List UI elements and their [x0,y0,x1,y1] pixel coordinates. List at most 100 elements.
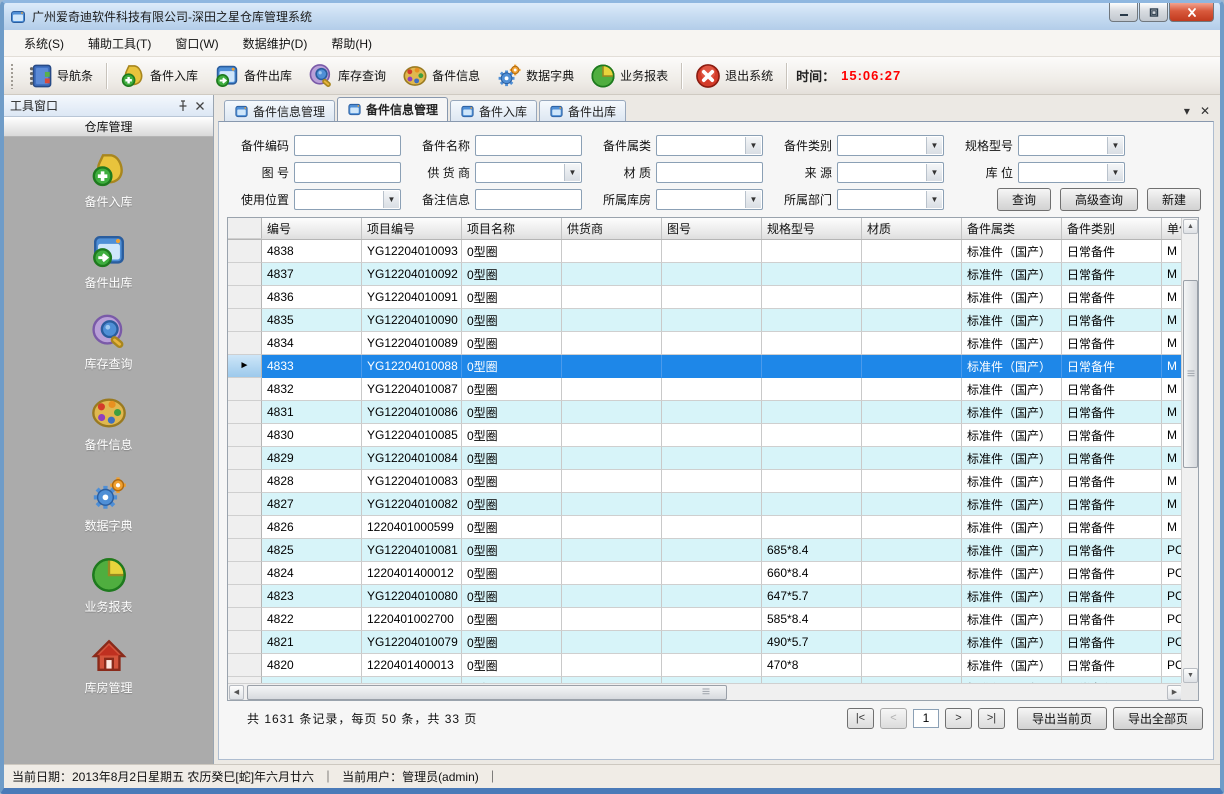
toolbar-button-stock-out[interactable]: 备件出库 [206,60,300,92]
row-selector-cell[interactable] [228,286,262,309]
part-name-input[interactable] [475,135,582,156]
grid-column-header[interactable]: 材质 [862,218,962,239]
sidebar-item-inventory-query[interactable]: 库存查询 [49,313,169,372]
export-all-pages-button[interactable]: 导出全部页 [1113,707,1203,730]
query-button[interactable]: 查询 [997,188,1051,211]
grid-column-header[interactable]: 图号 [662,218,762,239]
grid-column-header[interactable]: 备件类别 [1062,218,1162,239]
vertical-scroll-thumb[interactable] [1183,280,1198,468]
tab-1-active[interactable]: 备件信息管理 [337,97,448,121]
grid-column-header[interactable] [228,218,262,239]
row-selector-cell[interactable] [228,654,262,677]
part-class-select[interactable]: ▼ [656,135,763,156]
toolbar-grip-handle[interactable] [10,63,15,89]
department-select[interactable]: ▼ [837,189,944,210]
location-select[interactable]: ▼ [1018,162,1125,183]
table-row[interactable]: 4835YG122040100900型圈标准件（国产）日常备件M [228,309,1183,332]
sidebar-item-stock-in[interactable]: 备件入库 [49,151,169,210]
supplier-select[interactable]: ▼ [475,162,582,183]
tab-list-dropdown-icon[interactable]: ▾ [1184,105,1190,117]
row-selector-cell[interactable] [228,585,262,608]
grid-column-header[interactable]: 备件属类 [962,218,1062,239]
source-select[interactable]: ▼ [837,162,944,183]
table-row[interactable]: 482212204010027000型圈585*8.4标准件（国产）日常备件PC [228,608,1183,631]
sidebar-item-business-report[interactable]: 业务报表 [49,556,169,615]
table-row[interactable]: 482012204014000130型圈470*8标准件（国产）日常备件PC [228,654,1183,677]
part-code-input[interactable] [294,135,401,156]
table-row[interactable]: 4828YG122040100830型圈标准件（国产）日常备件M [228,470,1183,493]
grid-column-header[interactable]: 规格型号 [762,218,862,239]
table-row[interactable]: 4825YG122040100810型圈685*8.4标准件（国产）日常备件PC [228,539,1183,562]
toolbar-button-stock-in[interactable]: 备件入库 [112,60,206,92]
menu-item-data-maintenance[interactable]: 数据维护(D) [231,31,320,56]
close-button[interactable] [1169,3,1214,22]
last-page-button[interactable]: >| [978,708,1005,729]
row-selector-cell[interactable] [228,309,262,332]
toolbar-button-data-dict[interactable]: 数据字典 [488,60,582,92]
row-selector-cell[interactable] [228,378,262,401]
minimize-button[interactable] [1109,3,1138,22]
row-selector-cell[interactable] [228,332,262,355]
scroll-up-icon[interactable]: ▲ [1183,219,1198,234]
row-selector-cell[interactable] [228,424,262,447]
menu-item-system[interactable]: 系统(S) [12,31,76,56]
row-selector-cell[interactable] [228,401,262,424]
horizontal-scroll-thumb[interactable] [247,685,727,700]
table-row[interactable]: 4830YG122040100850型圈标准件（国产）日常备件M [228,424,1183,447]
scroll-left-icon[interactable]: ◀ [229,685,244,700]
export-current-page-button[interactable]: 导出当前页 [1017,707,1107,730]
row-selector-cell[interactable] [228,240,262,263]
pin-icon[interactable] [175,99,189,113]
grid-column-header[interactable]: 项目名称 [462,218,562,239]
tab-close-icon[interactable]: ✕ [1200,105,1210,117]
warehouse-select[interactable]: ▼ [656,189,763,210]
use-position-select[interactable]: ▼ [294,189,401,210]
table-row[interactable]: 4838YG122040100930型圈标准件（国产）日常备件M [228,240,1183,263]
table-row[interactable]: 482412204014000120型圈660*8.4标准件（国产）日常备件PC [228,562,1183,585]
table-row[interactable]: 4831YG122040100860型圈标准件（国产）日常备件M [228,401,1183,424]
grid-column-header[interactable]: 编号 [262,218,362,239]
table-row[interactable]: 4834YG122040100890型圈标准件（国产）日常备件M [228,332,1183,355]
maximize-button[interactable] [1139,3,1168,22]
row-selector-cell[interactable] [228,263,262,286]
row-selector-cell[interactable] [228,470,262,493]
grid-column-header[interactable]: 项目编号 [362,218,462,239]
grid-column-header[interactable]: 单位 [1162,218,1183,239]
tab-3[interactable]: 备件出库 [539,100,626,121]
sidebar-item-warehouse-mgmt[interactable]: 库房管理 [49,637,169,696]
spec-model-select[interactable]: ▼ [1018,135,1125,156]
table-row[interactable]: 4832YG122040100870型圈标准件（国产）日常备件M [228,378,1183,401]
table-row[interactable]: 482612204010005990型圈标准件（国产）日常备件M [228,516,1183,539]
table-row[interactable]: 4836YG122040100910型圈标准件（国产）日常备件M [228,286,1183,309]
tab-2[interactable]: 备件入库 [450,100,537,121]
row-selector-cell[interactable]: ► [228,355,262,378]
advanced-query-button[interactable]: 高级查询 [1060,188,1138,211]
row-selector-cell[interactable] [228,631,262,654]
toolbar-button-business-report[interactable]: 业务报表 [582,60,676,92]
menu-item-window[interactable]: 窗口(W) [163,31,230,56]
table-row[interactable]: 4823YG122040100800型圈647*5.7标准件（国产）日常备件PC [228,585,1183,608]
table-row[interactable]: 4837YG122040100920型圈标准件（国产）日常备件M [228,263,1183,286]
grid-column-header[interactable]: 供货商 [562,218,662,239]
menu-item-help[interactable]: 帮助(H) [319,31,384,56]
sidebar-close-icon[interactable] [193,99,207,113]
material-input[interactable] [656,162,763,183]
toolbar-button-parts-info[interactable]: 备件信息 [394,60,488,92]
row-selector-cell[interactable] [228,516,262,539]
vertical-scrollbar[interactable]: ▲ ▼ [1181,218,1198,685]
table-row[interactable]: 4821YG122040100790型圈490*5.7标准件（国产）日常备件PC [228,631,1183,654]
tab-0[interactable]: 备件信息管理 [224,100,335,121]
scroll-down-icon[interactable]: ▼ [1183,668,1198,683]
prev-page-button[interactable]: < [880,708,907,729]
toolbar-button-exit[interactable]: 退出系统 [687,60,781,92]
row-selector-cell[interactable] [228,493,262,516]
row-selector-cell[interactable] [228,608,262,631]
next-page-button[interactable]: > [945,708,972,729]
table-row[interactable]: 4829YG122040100840型圈标准件（国产）日常备件M [228,447,1183,470]
horizontal-scrollbar[interactable]: ◀ ▶ [228,683,1183,700]
row-selector-cell[interactable] [228,447,262,470]
toolbar-button-navbar[interactable]: 导航条 [19,60,101,92]
sidebar-item-parts-info[interactable]: 备件信息 [49,394,169,453]
part-type-select[interactable]: ▼ [837,135,944,156]
table-row[interactable]: 4827YG122040100820型圈标准件（国产）日常备件M [228,493,1183,516]
